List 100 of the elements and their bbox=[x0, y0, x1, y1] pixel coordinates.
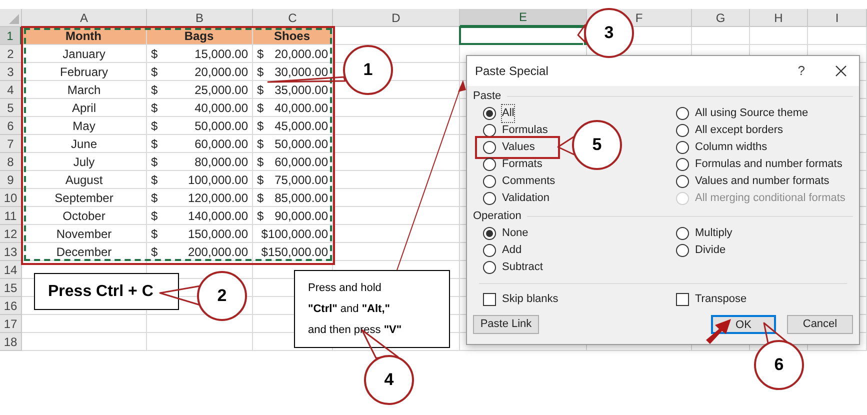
radio-button[interactable] bbox=[676, 158, 689, 171]
row-header[interactable]: 14 bbox=[0, 261, 22, 279]
radio-button[interactable] bbox=[483, 175, 496, 188]
row-header[interactable]: 18 bbox=[0, 333, 22, 351]
currency-symbol: $ bbox=[257, 64, 264, 80]
radio-button[interactable] bbox=[483, 158, 496, 171]
row-header[interactable]: 4 bbox=[0, 81, 22, 99]
radio-button[interactable] bbox=[676, 107, 689, 120]
radio-button[interactable] bbox=[676, 124, 689, 137]
grid-cell[interactable]: July bbox=[22, 153, 147, 171]
grid-cell[interactable]: $ 100,000.00 bbox=[147, 171, 253, 189]
grid-cell[interactable]: $ 80,000.00 bbox=[147, 153, 253, 171]
grid-cell[interactable]: August bbox=[22, 171, 147, 189]
grid-cell[interactable]: $ 85,000.00 bbox=[253, 189, 333, 207]
radio-button[interactable] bbox=[483, 141, 496, 154]
table-cell-text: 35,000.00 bbox=[274, 82, 328, 98]
row-header[interactable]: 12 bbox=[0, 225, 22, 243]
radio-button[interactable] bbox=[483, 124, 496, 137]
column-header[interactable]: I bbox=[808, 9, 867, 27]
currency-symbol: $ bbox=[257, 136, 264, 152]
row-header[interactable]: 3 bbox=[0, 63, 22, 81]
table-cell-text: 50,000.00 bbox=[274, 136, 328, 152]
grid-cell[interactable]: January bbox=[22, 45, 147, 63]
column-header[interactable]: E bbox=[460, 9, 587, 27]
radio-button[interactable] bbox=[676, 227, 689, 240]
table-cell-text: 100,000.00 bbox=[188, 172, 248, 188]
grid-cell[interactable]: $ 200,000.00 bbox=[147, 243, 253, 261]
radio-button[interactable] bbox=[483, 107, 496, 120]
grid-cell[interactable]: $ 35,000.00 bbox=[253, 81, 333, 99]
row-header[interactable]: 8 bbox=[0, 153, 22, 171]
row-header[interactable]: 16 bbox=[0, 297, 22, 315]
radio-button[interactable] bbox=[483, 227, 496, 240]
grid-cell[interactable]: $ 140,000.00 bbox=[147, 207, 253, 225]
dialog-button[interactable]: Cancel bbox=[787, 315, 853, 334]
step-callout-tooltip: 1 bbox=[343, 45, 393, 95]
grid-cell[interactable]: December bbox=[22, 243, 147, 261]
dialog-button[interactable]: Paste Link bbox=[473, 315, 539, 334]
currency-symbol: $ bbox=[261, 244, 268, 260]
row-header[interactable]: 6 bbox=[0, 117, 22, 135]
radio-button[interactable] bbox=[676, 175, 689, 188]
grid-cell[interactable]: February bbox=[22, 63, 147, 81]
grid-cell[interactable]: $ 75,000.00 bbox=[253, 171, 333, 189]
column-header[interactable]: A bbox=[22, 9, 147, 27]
grid-cell[interactable]: $ 50,000.00 bbox=[147, 117, 253, 135]
grid-cell[interactable]: $150,000.00 bbox=[253, 243, 333, 261]
help-button[interactable]: ? bbox=[798, 61, 805, 81]
column-header[interactable]: B bbox=[147, 9, 253, 27]
currency-symbol: $ bbox=[151, 64, 158, 80]
grid-cell[interactable]: September bbox=[22, 189, 147, 207]
grid-cell[interactable]: $ 25,000.00 bbox=[147, 81, 253, 99]
grid-cell[interactable]: $100,000.00 bbox=[253, 225, 333, 243]
row-header[interactable]: 15 bbox=[0, 279, 22, 297]
grid-cell[interactable]: $ 20,000.00 bbox=[147, 63, 253, 81]
radio-button[interactable] bbox=[676, 141, 689, 154]
radio-button[interactable] bbox=[483, 244, 496, 257]
table-cell-text: 20,000.00 bbox=[274, 46, 328, 62]
radio-button[interactable] bbox=[483, 192, 496, 205]
row-header[interactable]: 10 bbox=[0, 189, 22, 207]
currency-symbol: $ bbox=[257, 190, 264, 206]
table-cell-text: 25,000.00 bbox=[194, 82, 248, 98]
grid-cell[interactable]: $ 90,000.00 bbox=[253, 207, 333, 225]
close-icon[interactable] bbox=[835, 65, 847, 77]
grid-cell[interactable]: November bbox=[22, 225, 147, 243]
grid-cell[interactable]: March bbox=[22, 81, 147, 99]
grid-cell[interactable]: $ 30,000.00 bbox=[253, 63, 333, 81]
column-header[interactable]: H bbox=[750, 9, 808, 27]
table-cell-text: 80,000.00 bbox=[194, 154, 248, 170]
grid-cell[interactable]: $ 40,000.00 bbox=[253, 99, 333, 117]
grid-cell[interactable]: $ 60,000.00 bbox=[253, 153, 333, 171]
row-header[interactable]: 17 bbox=[0, 315, 22, 333]
step-callout-tooltip: 6 bbox=[754, 340, 804, 390]
grid-cell[interactable]: $ 20,000.00 bbox=[253, 45, 333, 63]
grid-cell[interactable]: October bbox=[22, 207, 147, 225]
radio-button[interactable] bbox=[676, 244, 689, 257]
grid-cell[interactable]: $ 15,000.00 bbox=[147, 45, 253, 63]
column-header[interactable]: D bbox=[333, 9, 460, 27]
grid-cell[interactable]: April bbox=[22, 99, 147, 117]
row-header[interactable]: 11 bbox=[0, 207, 22, 225]
row-header[interactable]: 2 bbox=[0, 45, 22, 63]
grid-cell[interactable]: $ 45,000.00 bbox=[253, 117, 333, 135]
grid-cell[interactable]: $ 120,000.00 bbox=[147, 189, 253, 207]
grid-cell[interactable]: $ 50,000.00 bbox=[253, 135, 333, 153]
row-header[interactable]: 13 bbox=[0, 243, 22, 261]
grid-cell[interactable]: $ 40,000.00 bbox=[147, 99, 253, 117]
column-header[interactable]: G bbox=[692, 9, 750, 27]
row-header[interactable]: 5 bbox=[0, 99, 22, 117]
row-header[interactable]: 7 bbox=[0, 135, 22, 153]
option-label: Multiply bbox=[695, 226, 732, 242]
row-header[interactable]: 9 bbox=[0, 171, 22, 189]
grid-cell[interactable]: June bbox=[22, 135, 147, 153]
grid-cell[interactable]: May bbox=[22, 117, 147, 135]
table-cell-text: 60,000.00 bbox=[274, 154, 328, 170]
grid-cell[interactable]: $ 150,000.00 bbox=[147, 225, 253, 243]
row-header[interactable]: 1 bbox=[0, 27, 22, 45]
checkbox[interactable] bbox=[483, 293, 496, 306]
grid-cell[interactable]: $ 60,000.00 bbox=[147, 135, 253, 153]
currency-symbol: $ bbox=[257, 154, 264, 170]
radio-button[interactable] bbox=[483, 261, 496, 274]
checkbox[interactable] bbox=[676, 293, 689, 306]
column-header[interactable]: C bbox=[253, 9, 333, 27]
